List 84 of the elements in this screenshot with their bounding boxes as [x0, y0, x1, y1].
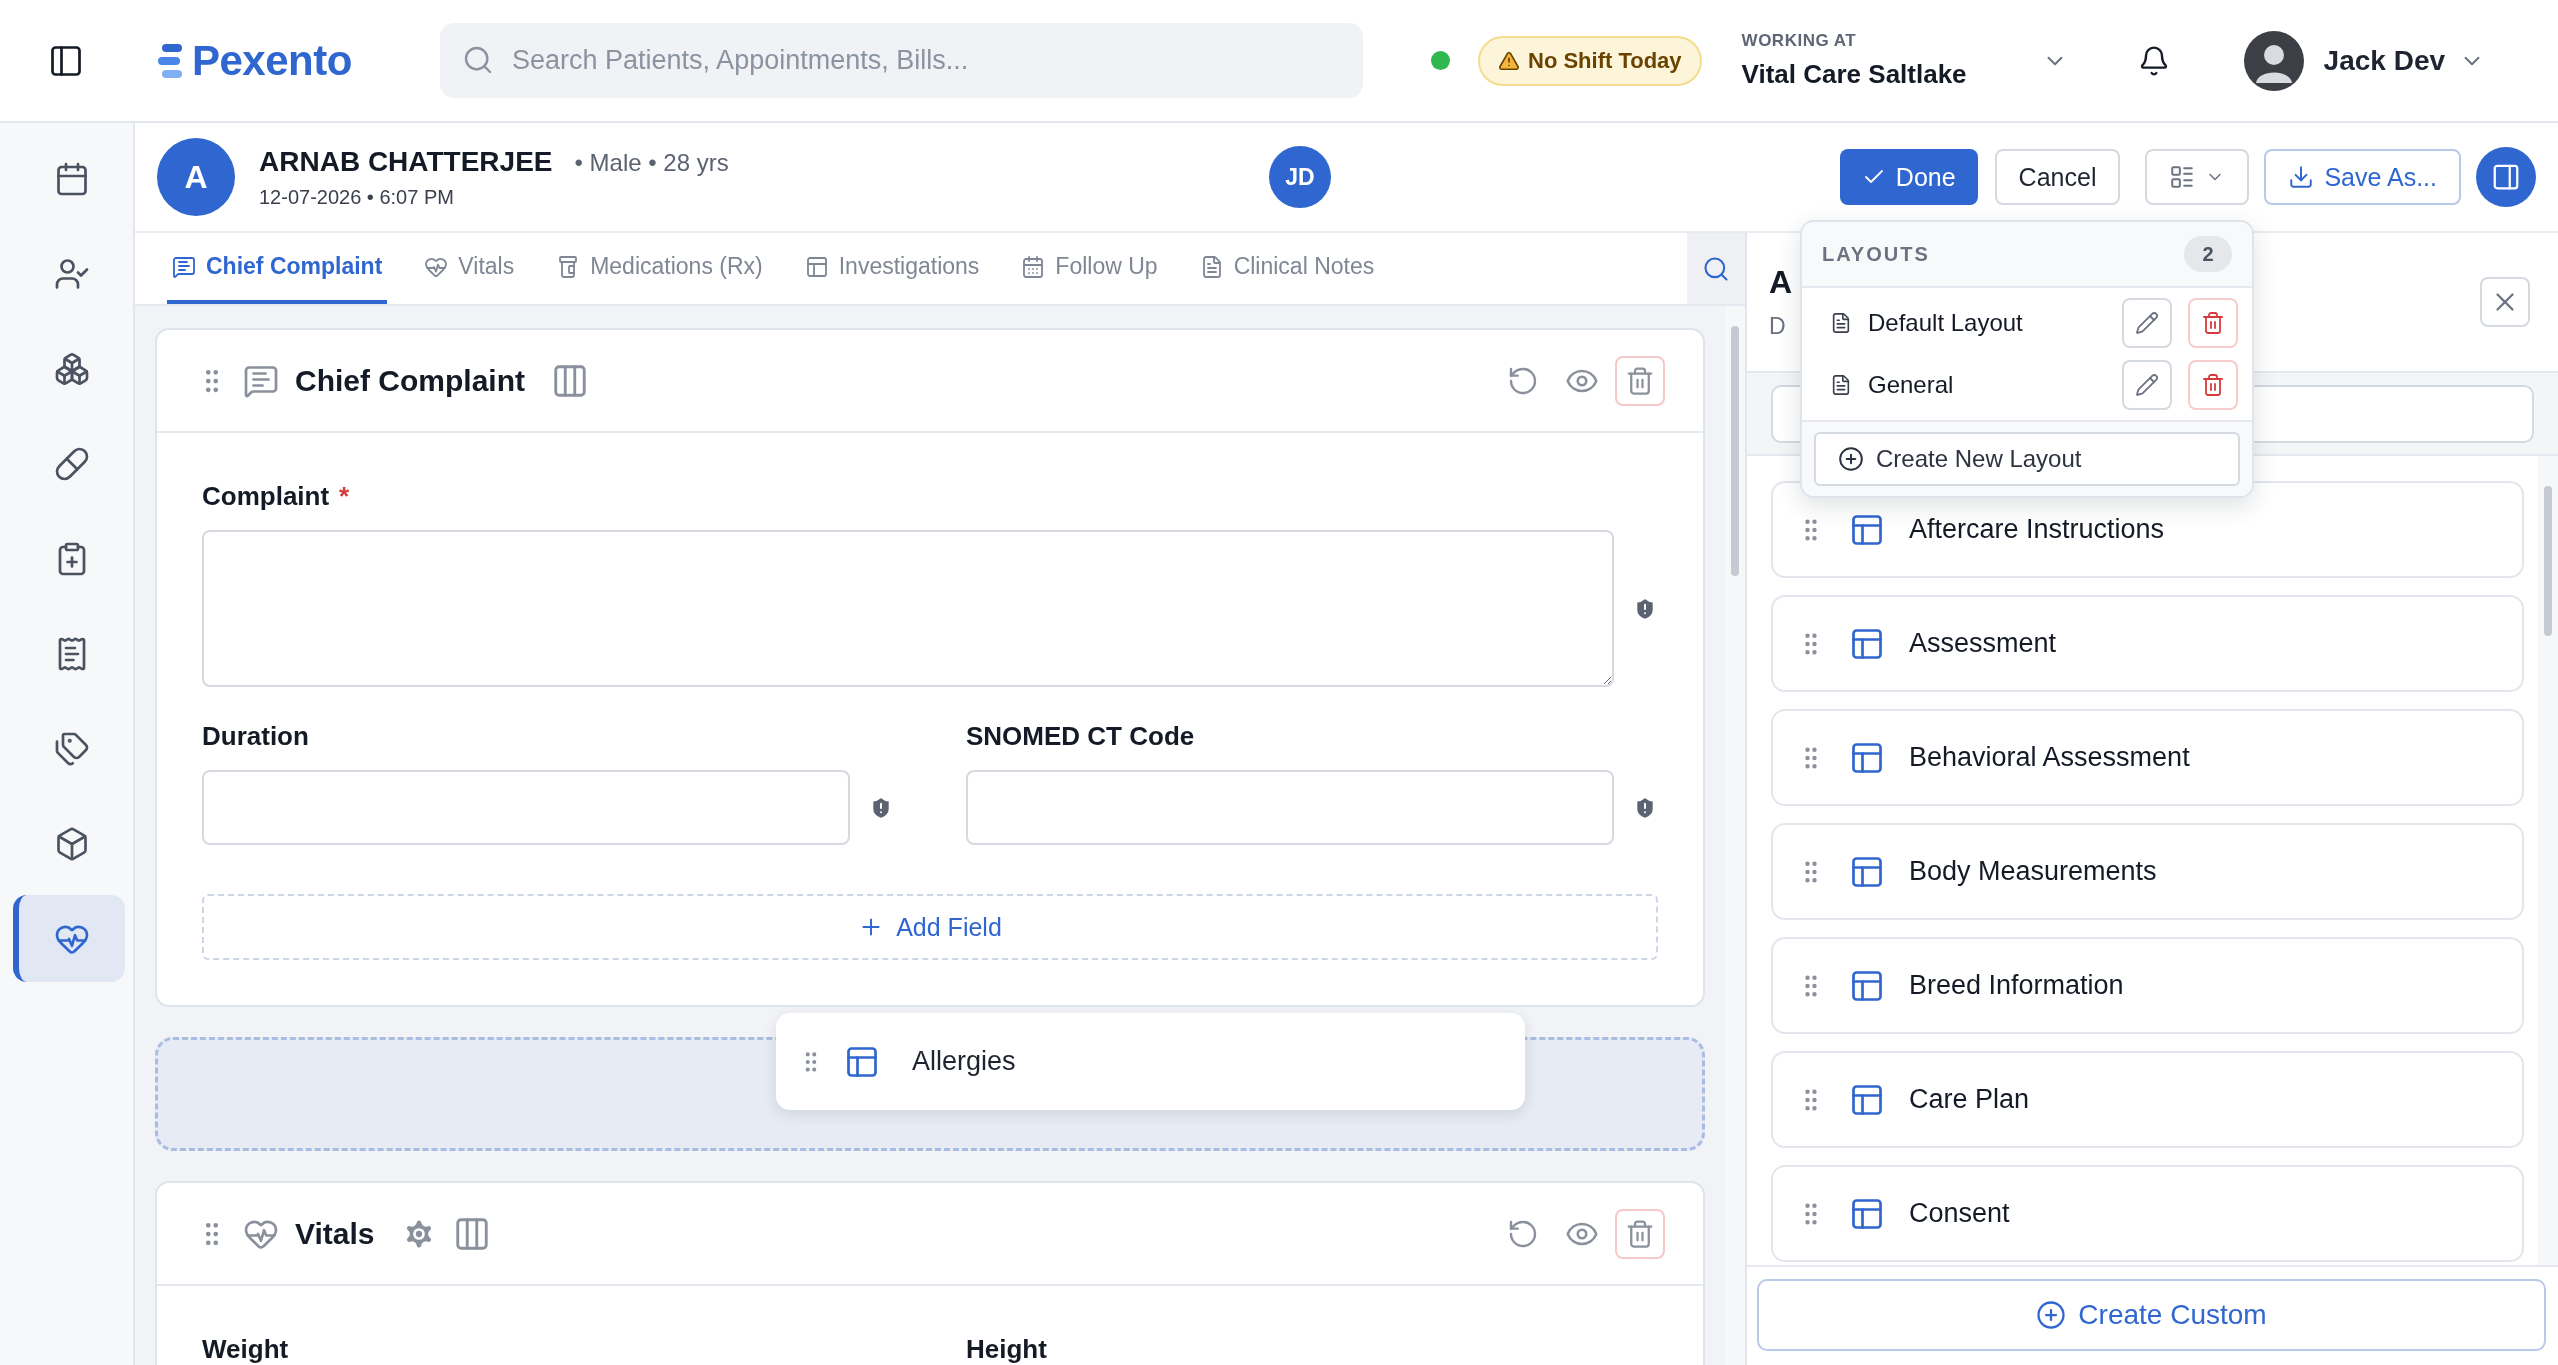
section-template-item[interactable]: Breed Information: [1771, 937, 2524, 1034]
field-label: Duration: [202, 721, 310, 752]
brand-name: Pexento: [192, 36, 352, 85]
section-template-item[interactable]: Behavioral Assessment: [1771, 709, 2524, 806]
field-label: Complaint *: [202, 481, 351, 512]
panel-icon: [2491, 162, 2521, 192]
tags-icon: [54, 730, 90, 767]
patient-details: • Male • 28 yrs: [574, 148, 729, 176]
tab[interactable]: Investigations: [799, 233, 985, 304]
section-template-item[interactable]: Assessment: [1771, 595, 2524, 692]
dragged-section-card[interactable]: Allergies: [776, 1013, 1525, 1110]
delete-button[interactable]: [2188, 360, 2238, 410]
tab[interactable]: Follow Up: [1016, 233, 1163, 304]
calendar-icon: [1021, 254, 1046, 279]
layout-name[interactable]: Default Layout: [1868, 309, 2106, 337]
delete-button[interactable]: [2188, 298, 2238, 348]
cancel-button[interactable]: Cancel: [1994, 149, 2121, 205]
avatar[interactable]: [2243, 30, 2304, 91]
tab[interactable]: Medications (Rx): [551, 233, 768, 304]
menu-title: LAYOUTS: [1822, 242, 1930, 266]
document-icon: [1830, 312, 1852, 334]
calendar-icon: [54, 160, 90, 197]
layout-name[interactable]: General: [1868, 371, 2106, 399]
input-field[interactable]: [202, 770, 850, 845]
layout-icon: [2169, 164, 2196, 190]
search-button[interactable]: [1687, 233, 1745, 304]
tab[interactable]: Chief Complaint: [167, 233, 388, 304]
section-template-item[interactable]: Body Measurements: [1771, 823, 2524, 920]
field-label: Weight: [202, 1334, 290, 1365]
message-icon: [172, 254, 196, 279]
scrollbar[interactable]: [2538, 456, 2558, 1265]
field-label: SNOMED CT Code: [966, 721, 1196, 752]
complaint-field[interactable]: [202, 530, 1614, 687]
download-icon: [2288, 164, 2315, 190]
layout-select-button[interactable]: [2145, 149, 2250, 205]
user-name: Jack Dev: [2323, 44, 2446, 77]
delete-button[interactable]: [1615, 355, 1665, 406]
tab[interactable]: Vitals: [419, 233, 520, 304]
edit-button[interactable]: [2122, 360, 2172, 410]
close-button[interactable]: [2480, 277, 2530, 327]
workplace-name: Vital Care Saltlake: [1741, 59, 1968, 90]
count-badge: 2: [2184, 236, 2232, 272]
warning-icon: [1498, 49, 1520, 72]
boxes-icon: [54, 350, 90, 387]
pencil-icon: [2135, 373, 2159, 397]
assignee-avatar[interactable]: JD: [1269, 146, 1331, 208]
document-icon: [1830, 374, 1852, 396]
panel-title: A: [1769, 264, 1793, 301]
search-icon: [462, 44, 494, 76]
pencil-icon: [2135, 311, 2159, 335]
create-custom-button[interactable]: Create Custom: [1757, 1279, 2546, 1351]
edit-button[interactable]: [2122, 298, 2172, 348]
input-field[interactable]: [966, 770, 1614, 845]
save-as-button[interactable]: Save As...: [2264, 149, 2461, 205]
pill-icon: [54, 445, 90, 482]
section-title: Vitals: [295, 1216, 375, 1251]
scrollbar[interactable]: [1725, 306, 1745, 1365]
patient-avatar: A: [157, 138, 235, 216]
done-button[interactable]: Done: [1839, 149, 1978, 205]
search-icon: [1702, 254, 1730, 283]
trash-icon: [1625, 365, 1655, 396]
trash-icon: [1625, 1218, 1655, 1249]
section-template-item[interactable]: Consent: [1771, 1165, 2524, 1262]
nav-item[interactable]: [13, 895, 125, 982]
search-field[interactable]: Search Patients, Appointments, Bills...: [440, 23, 1363, 98]
plus-circle-icon: [1838, 446, 1864, 472]
add-field-button[interactable]: Add Field: [202, 894, 1658, 960]
panel-subtitle: D: [1769, 313, 1787, 340]
panel-toggle-button[interactable]: [2476, 147, 2536, 207]
panel-icon: [804, 254, 829, 279]
section-template-item[interactable]: Care Plan: [1771, 1051, 2524, 1148]
delete-button[interactable]: [1615, 1208, 1665, 1259]
plus-circle-icon: [2036, 1300, 2067, 1330]
create-layout-button[interactable]: Create New Layout: [1814, 432, 2240, 486]
tab[interactable]: Clinical Notes: [1194, 233, 1380, 304]
field-label: Height: [966, 1334, 1048, 1365]
section-title: Chief Complaint: [295, 363, 525, 398]
trash-icon: [2201, 373, 2225, 397]
patient-name: ARNAB CHATTERJEE: [259, 145, 553, 177]
trash-icon: [2201, 311, 2225, 335]
shift-badge: No Shift Today: [1478, 35, 1702, 86]
visit-datetime: 12-07-2026 • 6:07 PM: [259, 185, 455, 209]
workplace-label: WORKING AT: [1741, 31, 1858, 51]
box-icon: [54, 825, 90, 862]
